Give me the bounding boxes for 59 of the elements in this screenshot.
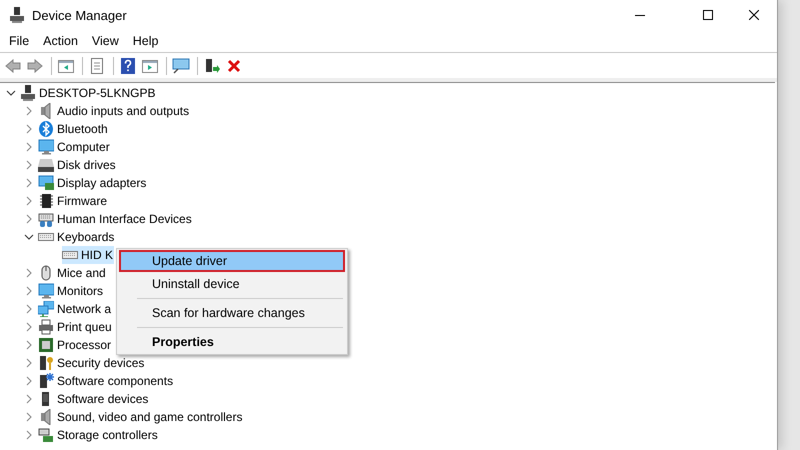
window-title: Device Manager — [32, 8, 127, 22]
context-menu-item[interactable]: Update driver — [119, 250, 345, 272]
forward-icon — [27, 58, 43, 72]
computer-icon — [20, 85, 36, 101]
collapse-chevron-icon — [24, 232, 34, 242]
back-icon — [5, 58, 21, 72]
processor-icon — [38, 337, 54, 353]
monitor-icon — [38, 283, 54, 299]
printer-icon — [38, 319, 54, 335]
chip-icon — [38, 193, 54, 209]
help-button[interactable] — [118, 56, 138, 76]
remove-icon — [227, 58, 241, 72]
security-icon — [38, 355, 54, 371]
tree-item[interactable]: Storage controllers — [57, 428, 159, 442]
context-menu-item[interactable]: Properties — [119, 331, 345, 353]
bluetooth-icon — [38, 121, 54, 137]
monitor-search-button[interactable] — [171, 56, 191, 76]
monitor-icon — [38, 139, 54, 155]
tree-item[interactable]: Human Interface Devices — [57, 212, 193, 226]
pane-icon — [58, 58, 74, 74]
context-menu-item[interactable]: Uninstall device — [119, 273, 345, 295]
network-icon — [38, 301, 54, 317]
help-icon — [120, 58, 136, 74]
tree-item[interactable]: Bluetooth — [57, 122, 109, 136]
maximize-icon — [703, 10, 713, 20]
tree-item[interactable]: Firmware — [57, 194, 108, 208]
tree-item[interactable]: Monitors — [57, 284, 104, 298]
keyboard-mouse-icon — [38, 211, 54, 227]
menu-item[interactable]: File — [2, 34, 36, 48]
pane-icon — [142, 58, 158, 74]
menu-item[interactable]: View — [84, 34, 126, 48]
tree-item[interactable]: Security devices — [57, 356, 146, 370]
display-card-icon — [38, 175, 54, 191]
device-add-icon — [204, 58, 220, 74]
monitor-search-icon — [172, 58, 190, 74]
tree-item[interactable]: Software components — [57, 374, 174, 388]
menu-item[interactable]: Action — [36, 34, 85, 48]
collapse-chevron-icon — [6, 88, 16, 98]
tree-item[interactable]: Disk drives — [57, 158, 117, 172]
close-icon — [749, 10, 759, 20]
context-menu-item[interactable]: Scan for hardware changes — [119, 302, 345, 324]
tree-item[interactable]: Network a — [57, 302, 112, 316]
tree-item[interactable]: Mice and — [57, 266, 107, 280]
menu-item[interactable]: Help — [126, 34, 166, 48]
tree-item[interactable]: Software devices — [57, 392, 150, 406]
computer-icon — [10, 7, 24, 23]
tree-item[interactable]: Sound, video and game controllers — [57, 410, 244, 424]
drive-icon — [38, 157, 54, 173]
tree-item[interactable]: Print queu — [57, 320, 113, 334]
component-icon — [38, 373, 54, 389]
storage-icon — [38, 427, 54, 443]
tree-item[interactable]: Keyboards — [57, 230, 116, 244]
properties-icon — [89, 58, 105, 74]
selected-tree-item[interactable]: HID K — [62, 246, 114, 264]
tree-item[interactable]: Audio inputs and outputs — [57, 104, 190, 118]
tree-item[interactable]: DESKTOP-5LKNGPB — [39, 86, 156, 100]
tree-item[interactable]: Display adapters — [57, 176, 148, 190]
tree-item[interactable]: Computer — [57, 140, 111, 154]
tree-item[interactable]: Processor — [57, 338, 112, 352]
